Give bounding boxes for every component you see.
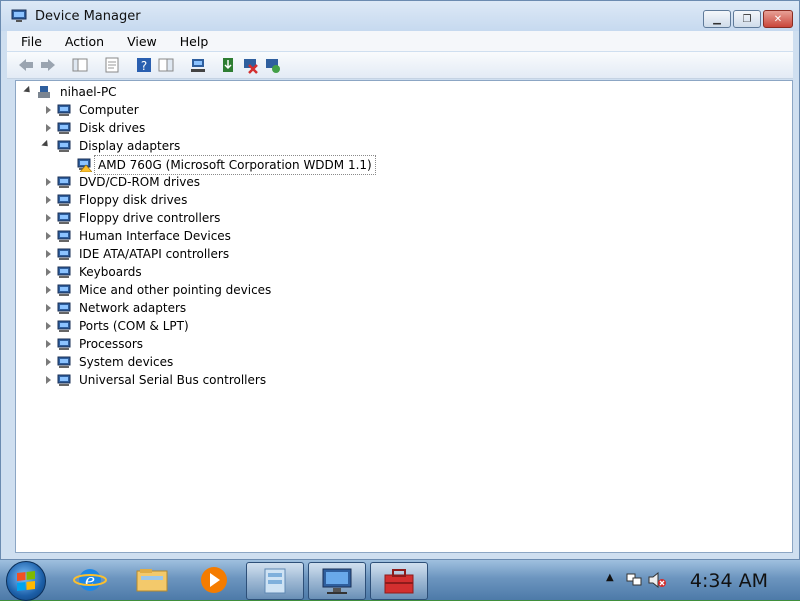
restore-icon: ❐ bbox=[742, 13, 752, 25]
title-bar[interactable]: Device Manager ▁ ❐ ✕ bbox=[1, 1, 799, 31]
network-icon[interactable] bbox=[626, 572, 642, 588]
device-tree[interactable]: nihael-PC Computer Disk drives Display ada… bbox=[15, 80, 793, 553]
computer-icon bbox=[57, 104, 71, 116]
minimize-button[interactable]: ▁ bbox=[703, 10, 731, 28]
maximize-button[interactable]: ❐ bbox=[733, 10, 761, 28]
usb-icon bbox=[57, 374, 71, 386]
file-explorer-icon[interactable] bbox=[124, 562, 180, 598]
system-tray: ▲ 4:34 AM bbox=[590, 560, 800, 600]
minimize-icon: ▁ bbox=[713, 13, 721, 25]
ide-controller-icon bbox=[57, 248, 71, 260]
processor-icon bbox=[57, 338, 71, 350]
dvd-drive-icon bbox=[57, 176, 71, 188]
volume-muted-icon[interactable] bbox=[648, 572, 666, 588]
menu-file[interactable]: File bbox=[7, 34, 51, 49]
tree-root-label: nihael-PC bbox=[60, 85, 117, 99]
close-button[interactable]: ✕ bbox=[763, 10, 793, 28]
tree-category-label: Network adapters bbox=[79, 301, 187, 315]
internet-explorer-icon[interactable]: e bbox=[62, 562, 118, 598]
tree-category-label: Universal Serial Bus controllers bbox=[79, 373, 267, 387]
scan-hardware-icon[interactable] bbox=[189, 56, 207, 74]
menu-view[interactable]: View bbox=[113, 34, 166, 49]
tree-category-label: DVD/CD-ROM drives bbox=[79, 175, 201, 189]
collapse-arrow-icon[interactable] bbox=[23, 85, 33, 96]
enable-device-icon[interactable] bbox=[263, 56, 281, 74]
expand-arrow-icon[interactable] bbox=[46, 340, 51, 348]
expand-arrow-icon[interactable] bbox=[46, 376, 51, 384]
menu-bar: File Action View Help bbox=[7, 31, 793, 51]
menu-action[interactable]: Action bbox=[51, 34, 113, 49]
tree-category-label: Computer bbox=[79, 103, 139, 117]
network-adapter-icon bbox=[57, 302, 71, 314]
action-pane-icon[interactable] bbox=[157, 56, 175, 74]
expand-arrow-icon[interactable] bbox=[46, 214, 51, 222]
device-manager-window: Device Manager ▁ ❐ ✕ File Action View He… bbox=[0, 0, 800, 560]
uninstall-icon[interactable] bbox=[241, 56, 259, 74]
keyboard-icon bbox=[57, 266, 71, 278]
port-icon bbox=[57, 320, 71, 332]
hid-icon bbox=[57, 230, 71, 242]
device-manager-icon[interactable] bbox=[308, 562, 366, 600]
expand-arrow-icon[interactable] bbox=[46, 196, 51, 204]
mouse-icon bbox=[57, 284, 71, 296]
tree-category-label: Human Interface Devices bbox=[79, 229, 231, 243]
display-adapter-warning-icon bbox=[77, 158, 92, 172]
show-hide-console-tree-icon[interactable] bbox=[71, 56, 89, 74]
tree-category-label: Mice and other pointing devices bbox=[79, 283, 272, 297]
tree-category-label: Disk drives bbox=[79, 121, 146, 135]
properties-icon[interactable] bbox=[103, 56, 121, 74]
tree-category-label: Floppy drive controllers bbox=[79, 211, 221, 225]
expand-arrow-icon[interactable] bbox=[46, 232, 51, 240]
tree-category-label: Display adapters bbox=[79, 139, 181, 153]
disk-drive-icon bbox=[57, 122, 71, 134]
forward-arrow-icon[interactable] bbox=[39, 56, 57, 74]
taskbar: e ▲ 4:34 AM bbox=[0, 560, 800, 601]
expand-arrow-icon[interactable] bbox=[46, 178, 51, 186]
toolbar: ? bbox=[7, 52, 793, 79]
collapse-arrow-icon[interactable] bbox=[41, 139, 51, 150]
expand-arrow-icon[interactable] bbox=[46, 304, 51, 312]
start-button[interactable] bbox=[6, 561, 46, 601]
expand-arrow-icon[interactable] bbox=[46, 250, 51, 258]
taskbar-clock[interactable]: 4:34 AM bbox=[690, 570, 768, 592]
expand-arrow-icon[interactable] bbox=[46, 322, 51, 330]
device-manager-app-icon bbox=[11, 9, 27, 22]
floppy-disk-icon bbox=[57, 194, 71, 206]
expand-arrow-icon[interactable] bbox=[46, 358, 51, 366]
expand-arrow-icon[interactable] bbox=[46, 268, 51, 276]
expand-arrow-icon[interactable] bbox=[46, 106, 51, 114]
show-hidden-icons-icon[interactable]: ▲ bbox=[606, 572, 614, 583]
back-arrow-icon[interactable] bbox=[17, 56, 35, 74]
update-driver-icon[interactable] bbox=[219, 56, 237, 74]
tree-device-label: AMD 760G (Microsoft Corporation WDDM 1.1… bbox=[94, 155, 376, 175]
control-panel-icon[interactable] bbox=[246, 562, 304, 600]
window-title: Device Manager bbox=[35, 9, 141, 24]
display-adapter-icon bbox=[57, 140, 71, 152]
tree-category-label: Keyboards bbox=[79, 265, 142, 279]
floppy-controller-icon bbox=[57, 212, 71, 224]
tree-category-label: System devices bbox=[79, 355, 174, 369]
help-icon[interactable]: ? bbox=[135, 56, 153, 74]
media-player-icon[interactable] bbox=[186, 562, 242, 598]
svg-text:?: ? bbox=[141, 59, 147, 73]
windows-logo-icon bbox=[17, 571, 35, 591]
tree-category-label: Floppy disk drives bbox=[79, 193, 188, 207]
menu-help[interactable]: Help bbox=[166, 34, 218, 49]
expand-arrow-icon[interactable] bbox=[46, 124, 51, 132]
close-icon: ✕ bbox=[773, 13, 783, 25]
tree-category-label: Processors bbox=[79, 337, 144, 351]
pc-icon bbox=[38, 86, 50, 98]
system-devices-icon bbox=[57, 356, 71, 368]
toolbox-icon[interactable] bbox=[370, 562, 428, 600]
expand-arrow-icon[interactable] bbox=[46, 286, 51, 294]
tree-category-label: IDE ATA/ATAPI controllers bbox=[79, 247, 230, 261]
tree-category-label: Ports (COM & LPT) bbox=[79, 319, 189, 333]
